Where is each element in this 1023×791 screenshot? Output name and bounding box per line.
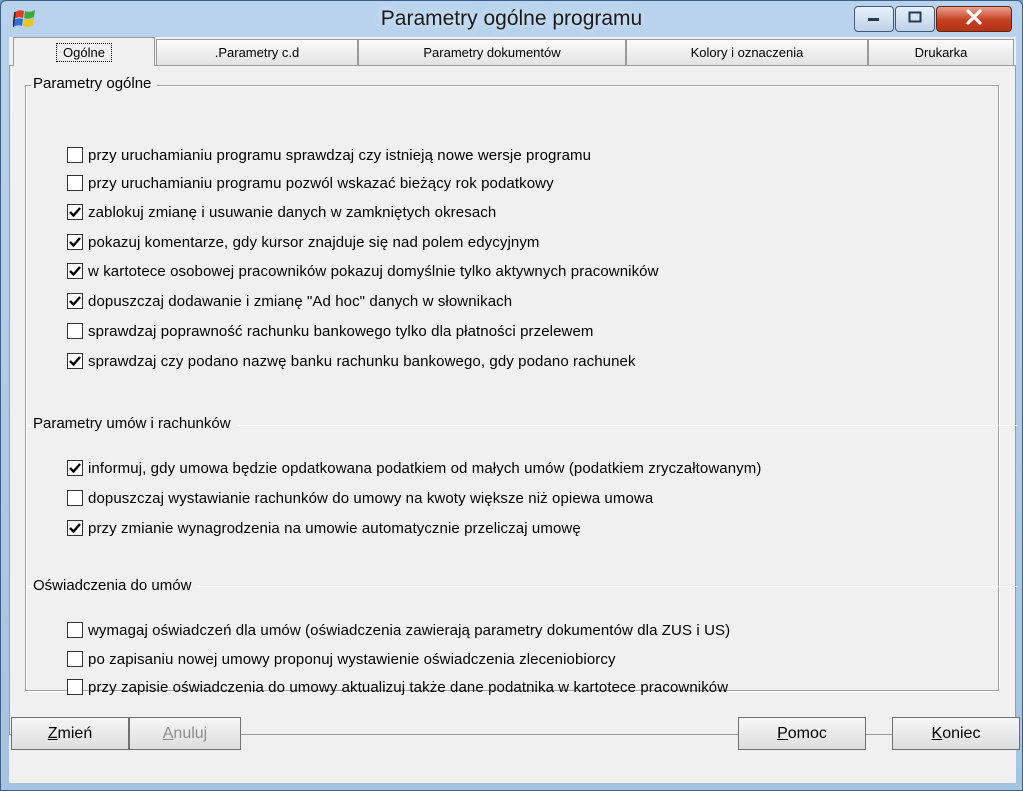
option-label: wymagaj oświadczeń dla umów (oświadczeni… (88, 621, 731, 639)
option-label: w kartotece osobowej pracowników pokazuj… (88, 262, 659, 280)
option-show-comments[interactable]: pokazuj komentarze, gdy kursor znajduje … (67, 232, 540, 252)
option-small-contracts-tax[interactable]: informuj, gdy umowa będzie opdatkowana p… (67, 458, 761, 478)
tab-label: Parametry dokumentów (423, 45, 561, 60)
option-validate-bank-account[interactable]: sprawdzaj poprawność rachunku bankowego … (67, 321, 594, 341)
option-label: po zapisaniu nowej umowy proponuj wystaw… (88, 650, 616, 668)
option-recalculate-contract[interactable]: przy zmianie wynagrodzenia na umowie aut… (67, 518, 581, 538)
help-button[interactable]: Pomoc (738, 717, 866, 750)
option-label: pokazuj komentarze, gdy kursor znajduje … (88, 233, 540, 251)
checkbox[interactable] (67, 323, 83, 339)
checkmark-icon (69, 266, 81, 277)
option-label: dopuszczaj dodawanie i zmianę "Ad hoc" d… (88, 292, 513, 310)
option-label: przy uruchamianiu programu pozwól wskaza… (88, 174, 554, 192)
option-label: przy zmianie wynagrodzenia na umowie aut… (88, 519, 581, 537)
checkmark-icon (69, 463, 81, 474)
tab-document-parameters[interactable]: Parametry dokumentów (358, 39, 626, 65)
option-label: informuj, gdy umowa będzie opdatkowana p… (88, 459, 762, 477)
checkbox[interactable] (67, 622, 83, 638)
tab-colors-markings[interactable]: Kolory i oznaczenia (626, 39, 868, 65)
option-adhoc-dictionaries[interactable]: dopuszczaj dodawanie i zmianę "Ad hoc" d… (67, 291, 512, 311)
tab-printer[interactable]: Drukarka (868, 39, 1014, 65)
tab-label: Kolory i oznaczenia (690, 45, 804, 60)
checkbox[interactable] (67, 204, 83, 220)
tab-label: .Parametry c.d (214, 45, 300, 60)
option-lock-closed-periods[interactable]: zablokuj zmianę i usuwanie danych w zamk… (67, 202, 496, 222)
tab-general[interactable]: Ogólne (13, 37, 155, 66)
option-label: przy uruchamianiu programu sprawdzaj czy… (88, 146, 592, 164)
checkbox[interactable] (67, 490, 83, 506)
checkbox[interactable] (67, 651, 83, 667)
checkbox[interactable] (67, 353, 83, 369)
option-label: sprawdzaj czy podano nazwę banku rachunk… (88, 352, 636, 370)
tab-strip: Ogólne .Parametry c.d Parametry dokument… (9, 37, 1016, 66)
tab-label: Ogólne (56, 42, 112, 62)
option-update-taxpayer-data[interactable]: przy zapisie oświadczenia do umowy aktua… (67, 677, 728, 697)
close-label: oniec (942, 724, 981, 742)
title-bar[interactable]: Parametry ogólne programu (1, 1, 1022, 37)
group-title-statements: Oświadczenia do umów (31, 577, 198, 594)
help-label: omoc (787, 724, 827, 742)
option-bills-exceed-contract[interactable]: dopuszczaj wystawianie rachunków do umow… (67, 488, 653, 508)
help-hotkey: P (777, 724, 788, 742)
option-propose-statement[interactable]: po zapisaniu nowej umowy proponuj wystaw… (67, 649, 616, 669)
option-require-statements[interactable]: wymagaj oświadczeń dla umów (oświadczeni… (67, 620, 730, 640)
checkmark-icon (69, 523, 81, 534)
cancel-label: nuluj (173, 724, 208, 742)
maximize-icon (907, 10, 923, 29)
checkbox[interactable] (67, 263, 83, 279)
option-label: dopuszczaj wystawianie rachunków do umow… (88, 489, 654, 507)
minimize-button[interactable] (854, 6, 894, 32)
checkbox[interactable] (67, 234, 83, 250)
change-button[interactable]: Zmień (11, 717, 129, 750)
checkmark-icon (69, 296, 81, 307)
close-hotkey: K (931, 724, 943, 742)
group-title-general: Parametry ogólne (31, 75, 158, 92)
checkbox[interactable] (67, 175, 83, 191)
cancel-button[interactable]: Anuluj (129, 717, 241, 750)
dialog-window: Parametry ogólne programu Ogólne .Parame… (0, 0, 1023, 791)
checkbox[interactable] (67, 147, 83, 163)
option-active-employees-only[interactable]: w kartotece osobowej pracowników pokazuj… (67, 261, 659, 281)
minimize-icon (866, 10, 882, 28)
checkbox[interactable] (67, 520, 83, 536)
close-window-button[interactable] (936, 6, 1012, 32)
tab-parameters-cont[interactable]: .Parametry c.d (156, 39, 358, 65)
option-check-new-versions[interactable]: przy uruchamianiu programu sprawdzaj czy… (67, 145, 591, 165)
option-check-bank-name[interactable]: sprawdzaj czy podano nazwę banku rachunk… (67, 351, 636, 371)
option-label: zablokuj zmianę i usuwanie danych w zamk… (88, 203, 497, 221)
checkbox[interactable] (67, 679, 83, 695)
maximize-button[interactable] (895, 6, 935, 32)
checkbox[interactable] (67, 460, 83, 476)
cancel-hotkey: A (162, 724, 174, 742)
checkmark-icon (69, 207, 81, 218)
option-label: sprawdzaj poprawność rachunku bankowego … (88, 322, 594, 340)
checkmark-icon (69, 356, 81, 367)
change-hotkey: Z (47, 724, 58, 742)
checkmark-icon (69, 237, 81, 248)
option-label: przy zapisie oświadczenia do umowy aktua… (88, 678, 729, 696)
tab-label: Drukarka (914, 45, 968, 60)
checkbox[interactable] (67, 293, 83, 309)
close-button[interactable]: Koniec (892, 717, 1020, 750)
option-choose-tax-year[interactable]: przy uruchamianiu programu pozwól wskaza… (67, 173, 554, 193)
close-icon (965, 8, 983, 30)
change-label: mień (57, 724, 93, 742)
group-title-contracts: Parametry umów i rachunków (31, 415, 237, 432)
